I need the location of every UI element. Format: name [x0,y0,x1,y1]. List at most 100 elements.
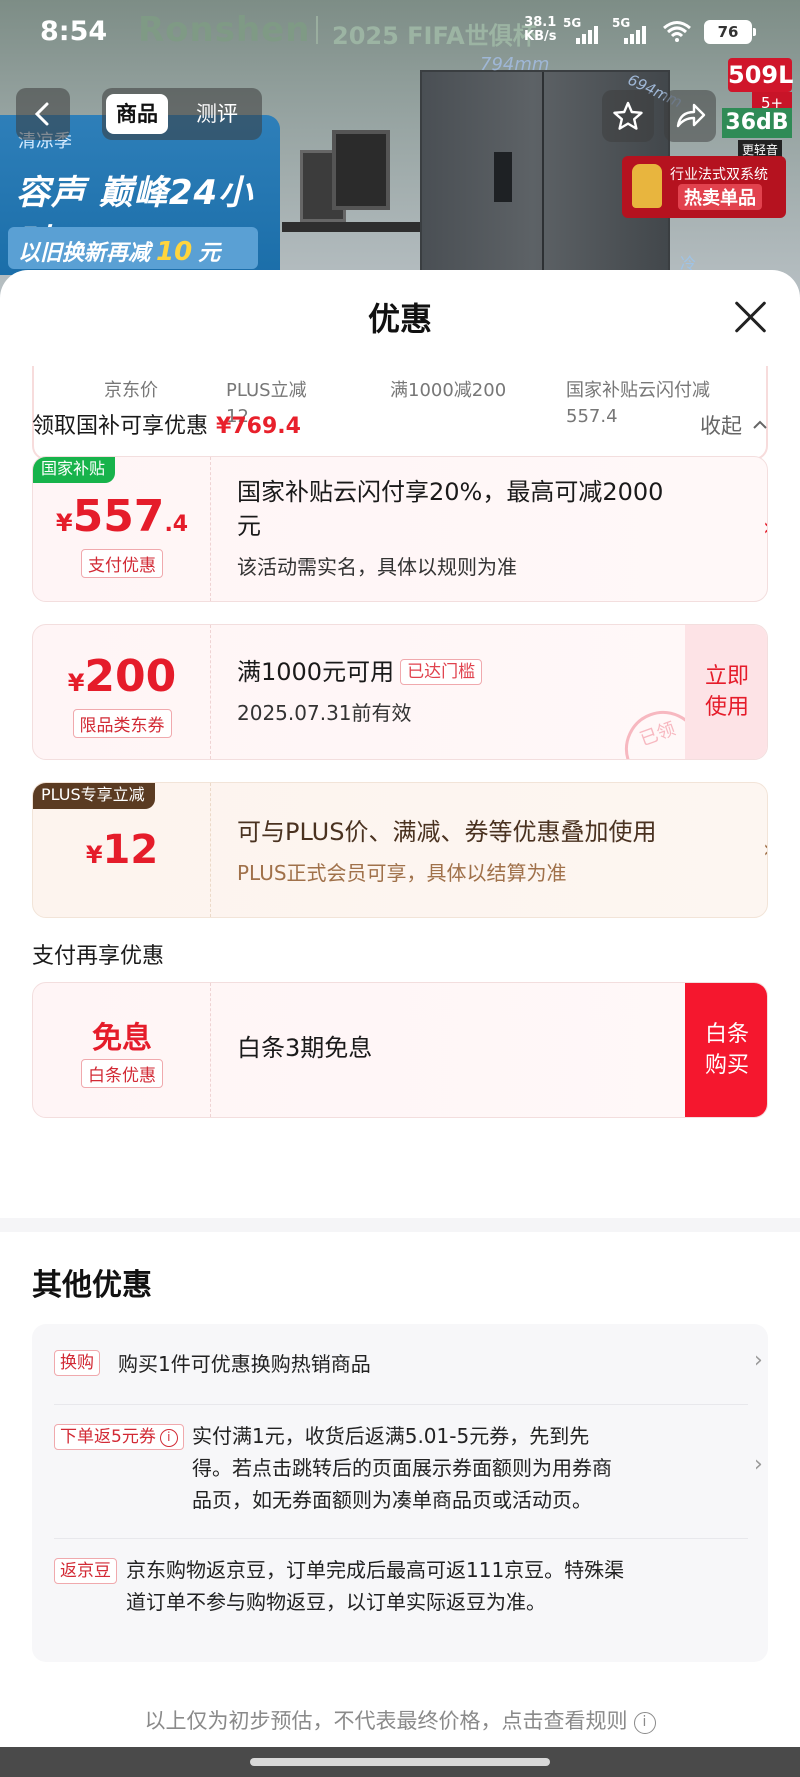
wifi-icon [663,21,691,42]
baitiao-buy-button[interactable]: 白条 购买 [685,983,767,1117]
subsidy-section-header: 领取国补可享优惠 ¥769.4 [32,408,301,440]
buy-label-line1: 白条 [704,1022,749,1047]
text-line: 品页，如无券面额则为凑单商品页或活动页。 [192,1488,592,1512]
other-offers-title: 其他优惠 [32,1268,152,1303]
price-col-full-reduction: 满1000减200 [390,378,506,404]
chevron-right-icon: › [763,513,767,541]
buy-label-line2: 购买 [704,1053,749,1078]
baitiao-card: 免息 白条优惠 白条3期免息 白条 购买 [32,982,768,1118]
network-speed-unit: KB/s [524,29,557,44]
rules-link[interactable]: 以上仅为初步预估，不代表最终价格，点击查看规则 i [0,1705,800,1735]
subsidy-note: 该活动需实名，具体以规则为准 [237,555,517,579]
hero-trade-in-promo: 以旧换新再减 10 元 [8,227,258,269]
plus-discount-card[interactable]: PLUS专享立减 ¥12 可与PLUS价、满减、券等优惠叠加使用 PLUS正式会… [32,782,768,918]
use-now-button[interactable]: 立即 使用 [685,625,767,759]
tab-review[interactable]: 测评 [186,94,248,134]
payment-section-header: 支付再享优惠 [32,944,165,969]
info-icon: i [633,1712,656,1734]
star-icon [613,101,643,130]
subsidy-card[interactable]: 国家补贴 ¥557.4 支付优惠 国家补贴云闪付享20%，最高可减2000 元 … [32,456,768,602]
currency-symbol: ¥ [67,669,85,697]
award-line2: 热卖单品 [678,184,762,210]
network-speed-value: 38.1 [524,15,557,30]
collapse-label: 收起 [700,414,742,438]
section-total-amount: ¥769.4 [216,414,301,439]
baitiao-tag: 白条优惠 [81,1059,163,1088]
tab-product[interactable]: 商品 [106,94,168,134]
price-col-label: PLUS立减 [226,380,307,401]
list-item[interactable]: 下单返5元券 i 实付满1元，收货后返满5.01-5元券，先到先 得。若点击跳转后… [54,1420,763,1520]
sheet-title: 优惠 [367,300,432,338]
chevron-right-icon: › [754,1452,763,1477]
signal-bars-icon [624,26,652,44]
subsidy-amount: ¥557.4 [33,491,211,542]
trade-up-tag: 换购 [54,1350,100,1376]
chevron-right-icon: › [763,835,767,863]
award-line1: 行业法式双系统 [670,167,768,183]
coupon-card: ¥200 限品类东券 满1000元可用 已达门槛 2025.07.31前有效 已领… [32,624,768,760]
trophy-icon [632,164,662,208]
subsidy-line1b: 元 [237,512,261,540]
favorite-button[interactable] [602,90,654,142]
price-col-label: 满1000减200 [390,380,507,401]
return-coupon-text: 实付满1元，收货后返满5.01-5元券，先到先 得。若点击跳转后的页面展示券面额… [192,1420,612,1516]
wall-shelf-image [282,222,422,232]
jd-bean-text: 京东购物返京豆，订单完成后最高可返111京豆。特殊渠 道订单不参与购物返豆，以订… [126,1554,624,1618]
text-line: 实付满1元，收货后返满5.01-5元券，先到先 [192,1424,590,1448]
price-col-jd: 京东价 [104,378,158,404]
home-gesture-handle[interactable] [250,1758,550,1766]
brand-banner-text: Ronshen [138,10,311,50]
chevron-left-icon [34,102,49,126]
coupon-condition: 满1000元可用 已达门槛 [237,655,483,689]
trade-up-text: 购买1件可优惠换购热销商品 [118,1352,371,1376]
system-nav-bar [0,1747,800,1777]
share-icon [676,103,706,128]
divider [54,1538,748,1539]
return-coupon-tag: 下单返5元券 i [54,1424,184,1450]
amount-integer: 557 [72,491,165,542]
amount-decimal: .4 [164,512,189,537]
plus-note: PLUS正式会员可享，具体以结算为准 [237,861,567,885]
signal-bars-icon [576,26,604,44]
plus-tag: PLUS专享立减 [33,783,155,809]
divider [54,1404,748,1405]
price-col-label: 国家补贴云闪付减 [566,380,710,401]
chevron-right-icon: › [754,1348,763,1373]
back-button[interactable] [16,88,70,140]
list-item[interactable]: 换购 购买1件可优惠换购热销商品 › [54,1348,763,1388]
section-divider [0,1218,800,1232]
clock: 8:54 [40,16,108,47]
collapse-button[interactable]: 收起 [700,410,769,440]
coupon-expiry: 2025.07.31前有效 [237,701,412,725]
coupon-category-tag: 限品类东券 [72,709,172,738]
product-top-nav: 商品 测评 [0,88,800,144]
threshold-reached-tag: 已达门槛 [400,659,483,685]
status-bar: 8:54 Ronshen 2025 FIFA世俱杯 38.1 KB/s 5G 5… [0,0,800,62]
campaign-banner-text: 2025 FIFA世俱杯 [332,22,537,50]
capacity-badge: 509L [728,58,793,92]
hero-promo-unit: 元 [198,241,221,266]
return-coupon-tag-label: 下单返5元券 [60,1427,156,1447]
plus-amount: ¥12 [33,827,211,873]
battery-icon: 76 [704,20,756,44]
chevron-up-icon [752,420,767,429]
subsidy-tag: 国家补贴 [33,457,116,483]
divider [316,16,318,44]
jd-bean-tag: 返京豆 [54,1558,117,1584]
share-button[interactable] [664,90,716,142]
hero-promo-prefix: 以旧换新再减 [18,241,151,266]
text-line: 得。若点击跳转后的页面展示券面额则为用券商 [192,1456,612,1480]
coupon-amount: ¥200 [33,651,211,702]
amount-integer: 200 [84,651,177,702]
footer-note-text: 以上仅为初步预估，不代表最终价格，点击查看规则 [144,1709,628,1733]
close-icon[interactable] [732,298,770,336]
price-col-subsidy: 国家补贴云闪付减 557.4 [566,378,710,430]
use-label-line2: 使用 [704,695,749,720]
list-item: 返京豆 京东购物返京豆，订单完成后最高可返111京豆。特殊渠 道订单不参与购物返… [54,1554,748,1624]
discount-sheet: 优惠 京东价 PLUS立减 12 满1000减200 国家补贴云闪付减 557.… [0,270,800,1777]
plus-description: 可与PLUS价、满减、券等优惠叠加使用 [237,818,657,846]
product-hero: 清凉季 容声 巅峰24小时 以旧换新再减10元 794mm 694mm 冷 50… [0,0,800,300]
product-tabs: 商品 测评 [102,88,262,140]
award-badge: 行业法式双系统 热卖单品 [622,156,786,218]
payment-discount-tag: 支付优惠 [81,549,163,578]
